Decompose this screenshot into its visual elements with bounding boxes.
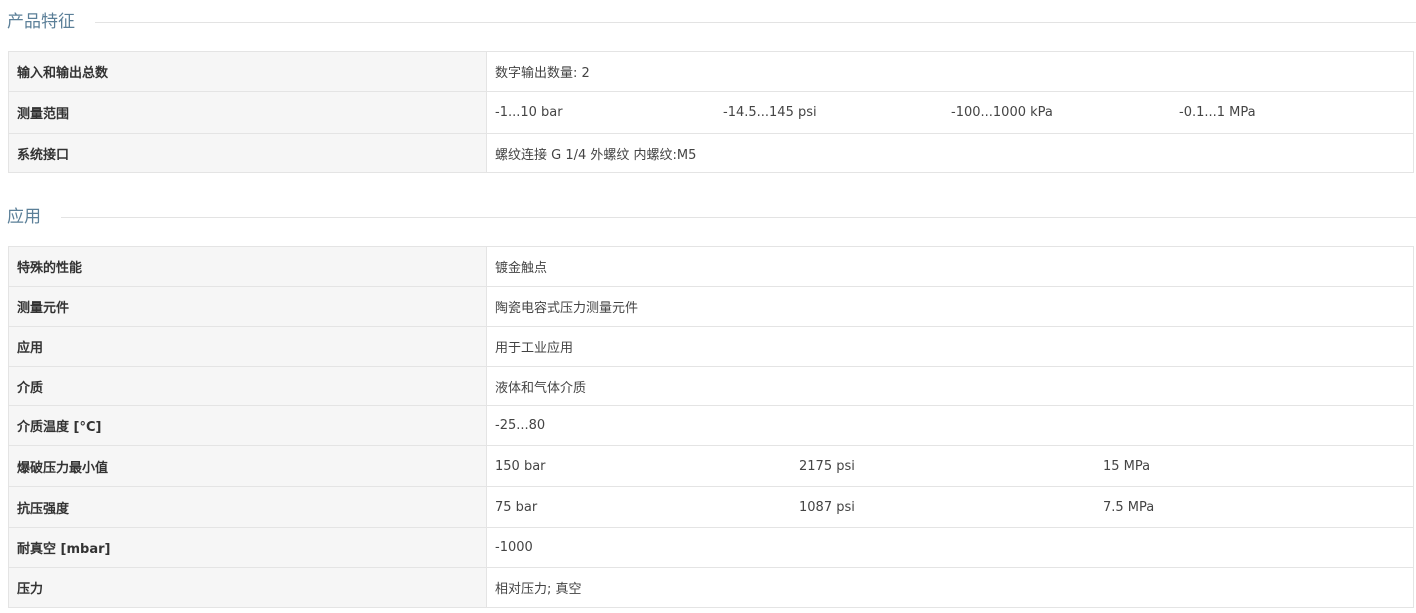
row-label: 测量范围 xyxy=(8,91,487,134)
value-cell: -14.5...145 psi xyxy=(723,105,817,120)
row-value: 镀金触点 xyxy=(486,246,1414,287)
table-row: 测量范围 -1...10 bar -14.5...145 psi -100...… xyxy=(8,91,1414,134)
table-row: 爆破压力最小值 150 bar 2175 psi 15 MPa xyxy=(8,445,1414,487)
row-label: 系统接口 xyxy=(8,133,487,173)
value-cell: 75 bar xyxy=(495,499,538,515)
row-label: 应用 xyxy=(8,326,487,367)
section-title: 产品特征 xyxy=(7,10,95,34)
table-row: 系统接口 螺纹连接 G 1/4 外螺纹 内螺纹:M5 xyxy=(8,133,1414,173)
row-value: -1...10 bar -14.5...145 psi -100...1000 … xyxy=(486,91,1414,134)
table-row: 压力 相对压力; 真空 xyxy=(8,567,1414,608)
section-divider xyxy=(7,22,1416,23)
row-label: 抗压强度 xyxy=(8,486,487,528)
table-row: 特殊的性能 镀金触点 xyxy=(8,246,1414,287)
row-label: 输入和输出总数 xyxy=(8,51,487,92)
row-value: -25...80 xyxy=(486,405,1414,446)
value-cell: 7.5 MPa xyxy=(1103,499,1155,515)
section-application: 应用 xyxy=(0,205,1416,233)
row-value: 数字输出数量: 2 xyxy=(486,51,1414,92)
section-title: 应用 xyxy=(7,205,61,229)
row-value: 相对压力; 真空 xyxy=(486,567,1414,608)
value-cell: 150 bar xyxy=(495,458,546,474)
product-features-table: 输入和输出总数 数字输出数量: 2 测量范围 -1...10 bar -14.5… xyxy=(8,51,1414,173)
row-label: 压力 xyxy=(8,567,487,608)
value-cell: 1087 psi xyxy=(799,499,855,515)
row-value: 液体和气体介质 xyxy=(486,366,1414,406)
row-value: 75 bar 1087 psi 7.5 MPa xyxy=(486,486,1414,528)
row-value: 螺纹连接 G 1/4 外螺纹 内螺纹:M5 xyxy=(486,133,1414,173)
table-row: 介质 液体和气体介质 xyxy=(8,366,1414,406)
value-cell: -1...10 bar xyxy=(495,105,563,120)
row-label: 介质 xyxy=(8,366,487,406)
row-value: 陶瓷电容式压力测量元件 xyxy=(486,286,1414,327)
row-label: 爆破压力最小值 xyxy=(8,445,487,487)
table-row: 应用 用于工业应用 xyxy=(8,326,1414,367)
section-product-features: 产品特征 xyxy=(0,10,1416,38)
table-row: 耐真空 [mbar] -1000 xyxy=(8,527,1414,568)
row-label: 测量元件 xyxy=(8,286,487,327)
table-row: 介质温度 [°C] -25...80 xyxy=(8,405,1414,446)
section-divider xyxy=(7,217,1416,218)
section-header: 应用 xyxy=(0,205,1416,233)
section-header: 产品特征 xyxy=(0,10,1416,38)
value-cell: 2175 psi xyxy=(799,458,855,474)
table-row: 输入和输出总数 数字输出数量: 2 xyxy=(8,51,1414,92)
value-cell: -0.1...1 MPa xyxy=(1179,105,1256,120)
row-label: 特殊的性能 xyxy=(8,246,487,287)
application-table: 特殊的性能 镀金触点 测量元件 陶瓷电容式压力测量元件 应用 用于工业应用 介质… xyxy=(8,246,1414,608)
table-row: 抗压强度 75 bar 1087 psi 7.5 MPa xyxy=(8,486,1414,528)
value-cell: 15 MPa xyxy=(1103,458,1151,474)
row-value: 150 bar 2175 psi 15 MPa xyxy=(486,445,1414,487)
value-cell: -100...1000 kPa xyxy=(951,105,1053,120)
row-value: 用于工业应用 xyxy=(486,326,1414,367)
row-label: 耐真空 [mbar] xyxy=(8,527,487,568)
row-value: -1000 xyxy=(486,527,1414,568)
row-label: 介质温度 [°C] xyxy=(8,405,487,446)
table-row: 测量元件 陶瓷电容式压力测量元件 xyxy=(8,286,1414,327)
